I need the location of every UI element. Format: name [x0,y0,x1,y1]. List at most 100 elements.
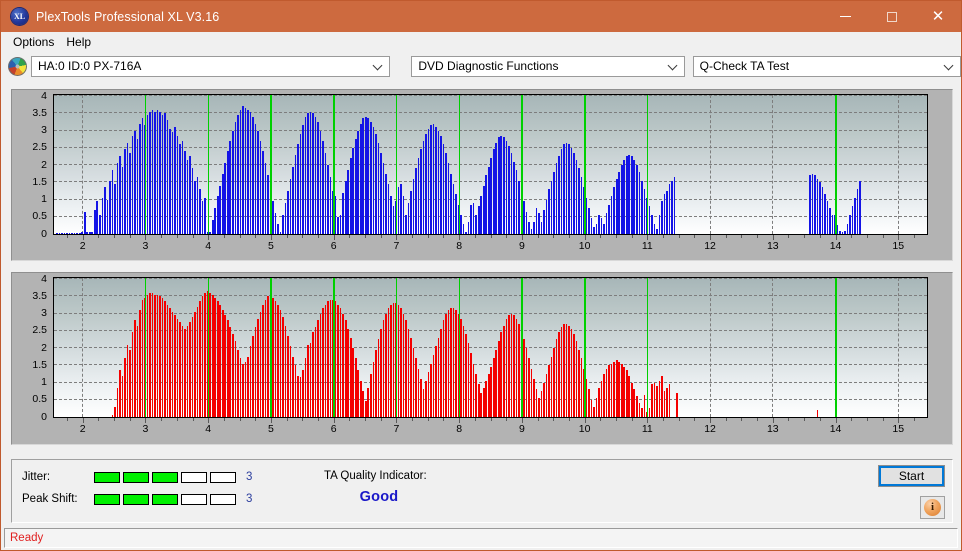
x-tick-label: 11 [641,423,653,435]
x-tick-label: 3 [142,240,149,252]
y-tick-label: 4 [41,89,47,102]
y-tick-label: 0.5 [32,210,47,223]
meter-cell [210,471,236,483]
sector-marker [395,278,398,417]
close-button[interactable]: ✕ [915,1,961,32]
y-tick-label: 1 [41,193,47,205]
y-tick-label: 1.5 [32,358,47,371]
start-button[interactable]: Start [878,465,945,487]
jitter-chart-y-axis: 4 3.5 3 2.5 2 1.5 1 0.5 0 [12,89,51,240]
x-tick [129,235,131,238]
ta-quality-value: Good [359,489,399,505]
menu-item-help[interactable]: Help [61,34,98,51]
x-tick [114,418,116,421]
sector-marker [333,278,335,417]
function-group-select[interactable]: DVD Diagnostic Functions [411,55,685,77]
y-tick-label: 2 [41,341,47,354]
x-tick [490,418,492,421]
x-tick [819,235,821,238]
ta-quality-block: TA Quality Indicator: Good [324,470,434,505]
sector-marker [458,278,461,417]
chevron-down-icon [945,61,953,69]
x-tick-label: 4 [205,423,212,435]
x-tick [553,235,555,238]
x-tick [223,235,225,238]
jitter-label: Jitter: [22,471,51,483]
x-tick [506,418,508,421]
info-button[interactable]: i [920,496,945,519]
x-tick [192,235,194,238]
test-select[interactable]: Q-Check TA Test [692,55,961,77]
y-tick-label: 3 [41,124,47,136]
x-tick [506,235,508,238]
x-tick [490,235,492,238]
minimize-icon [839,16,851,17]
x-tick [474,418,476,421]
y-tick-label: 3 [41,307,47,319]
x-tick-label: 8 [456,423,463,435]
x-tick-label: 10 [578,423,591,435]
y-tick-label: 3.5 [32,289,47,302]
x-tick-label: 7 [393,240,400,252]
x-tick [317,418,319,421]
x-tick [239,418,241,421]
x-tick-label: 8 [456,240,463,252]
sector-marker [646,95,649,234]
x-tick-label: 6 [330,240,337,252]
x-tick [537,235,539,238]
menu-bar: Options Help [1,32,961,52]
x-tick-label: 15 [892,423,905,435]
x-tick [741,418,743,421]
x-tick-label: 14 [829,240,842,252]
x-tick [255,235,257,238]
maximize-icon [887,11,897,22]
minimize-button[interactable] [822,1,868,32]
x-tick [67,235,69,238]
y-tick-label: 4 [41,272,47,285]
x-tick [600,235,602,238]
x-tick [412,418,414,421]
sector-marker [584,95,586,234]
peak-shift-meter [94,493,236,505]
drive-select-value: HA:0 ID:0 PX-716A [38,59,142,73]
x-tick-label: 2 [79,423,86,435]
sector-marker [395,95,398,234]
x-tick [192,418,194,421]
x-tick-label: 5 [268,240,274,252]
x-tick-label: 5 [268,423,274,435]
x-tick [851,418,853,421]
maximize-button[interactable] [869,1,915,32]
x-tick [913,235,915,238]
info-icon: i [924,499,941,516]
peak-shift-chart-markers [54,278,927,417]
peak-shift-meter-row: Peak Shift: 3 [22,493,252,505]
sector-marker [835,95,837,234]
sector-marker [458,95,461,234]
x-tick [725,235,727,238]
disc-drive-icon [8,56,27,76]
application-window: XL PlexTools Professional XL V3.16 ✕ Opt… [0,0,962,551]
menu-item-options[interactable]: Options [8,34,61,51]
sector-marker [584,278,586,417]
sector-marker [270,95,272,234]
test-select-value: Q-Check TA Test [699,59,790,73]
drive-select[interactable]: HA:0 ID:0 PX-716A [31,55,391,77]
x-tick [286,418,288,421]
x-tick-label: 11 [641,240,653,252]
selector-toolbar: HA:0 ID:0 PX-716A DVD Diagnostic Functio… [1,52,961,80]
x-tick [804,235,806,238]
status-text: Ready [10,532,44,544]
x-tick [741,235,743,238]
results-panel: Jitter: 3 Peak Shift: 3 TA Quality Indic… [11,459,953,523]
x-tick [255,418,257,421]
y-tick-label: 2 [41,158,47,171]
x-tick [568,418,570,421]
x-tick-label: 15 [892,240,905,252]
x-tick [663,235,665,238]
ta-quality-label: TA Quality Indicator: [324,470,427,482]
sector-marker [144,278,147,417]
sector-marker [835,278,837,417]
sector-marker [144,95,147,234]
x-tick [866,235,868,238]
sector-marker [207,95,210,234]
